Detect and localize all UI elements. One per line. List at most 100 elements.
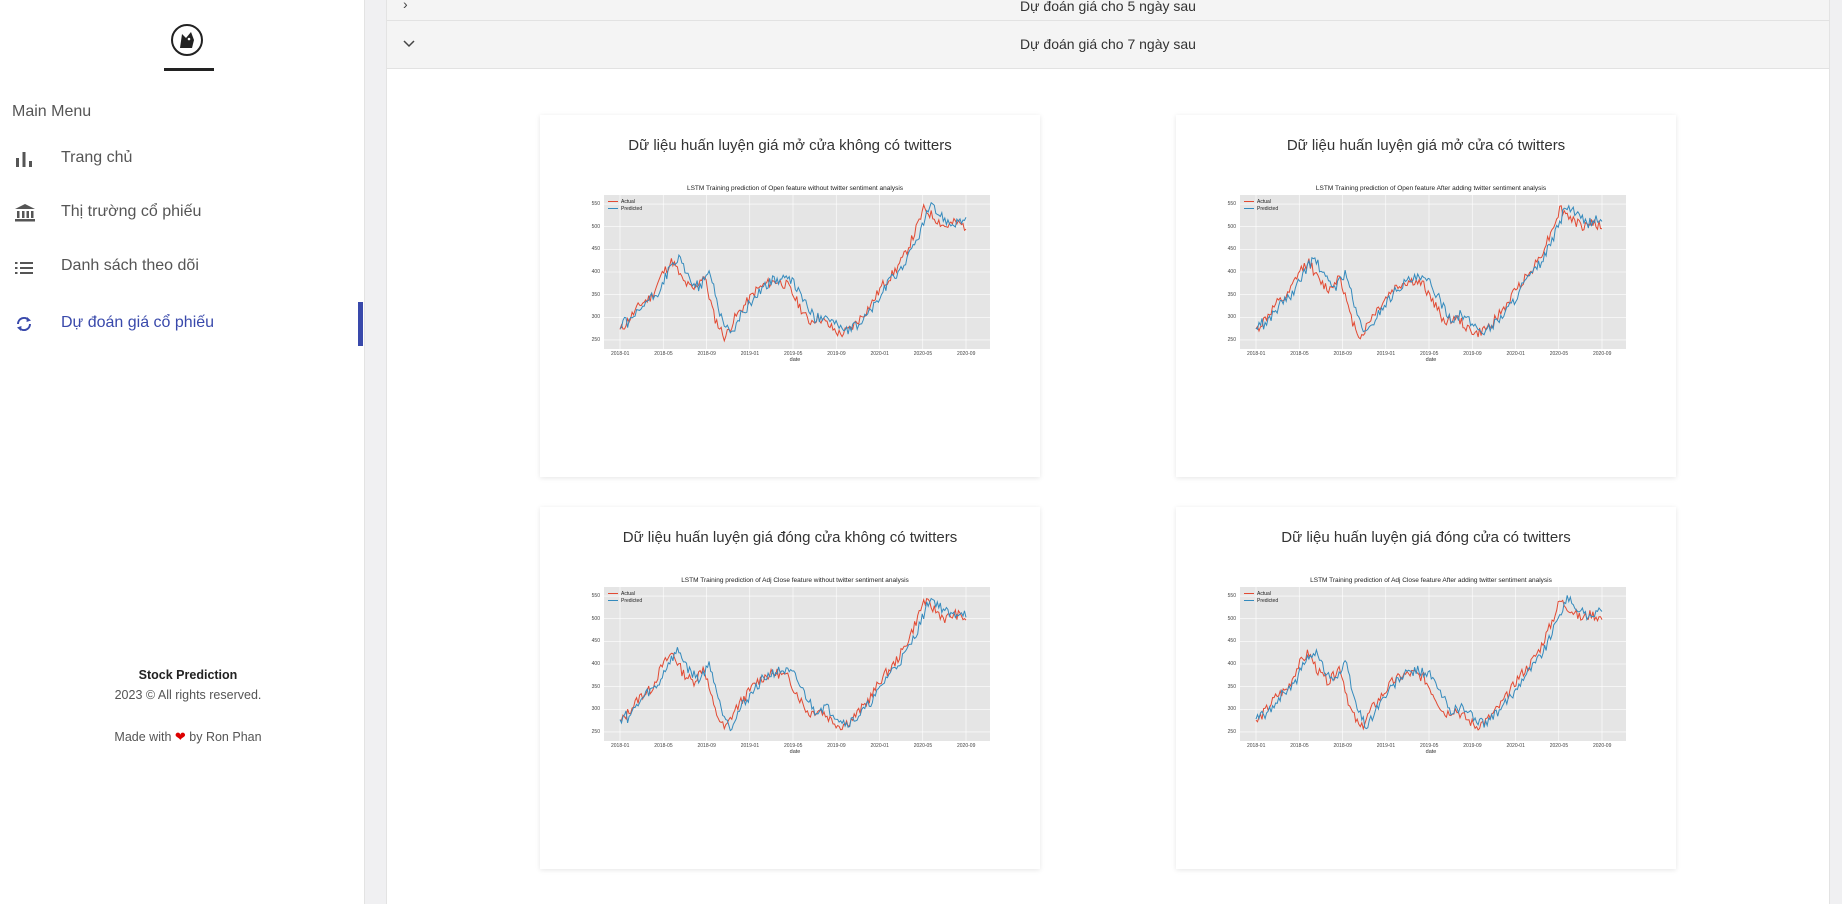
legend-label: Actual bbox=[1257, 198, 1271, 205]
y-tick-label: 550 bbox=[591, 201, 600, 208]
nav-item-du-doan[interactable]: Dự đoán giá cổ phiếu bbox=[0, 302, 364, 346]
legend-swatch bbox=[1244, 207, 1254, 210]
menu-title: Main Menu bbox=[12, 103, 92, 120]
legend-label: Predicted bbox=[1257, 597, 1279, 604]
x-axis-label: date bbox=[789, 749, 801, 755]
chart-title: LSTM Training prediction of Adj Close fe… bbox=[1310, 577, 1552, 584]
chart-svg bbox=[604, 195, 990, 349]
legend-label: Actual bbox=[621, 198, 635, 205]
y-tick-label: 550 bbox=[1227, 593, 1236, 600]
y-tick-label: 500 bbox=[591, 615, 600, 622]
y-tick-label: 250 bbox=[1227, 728, 1236, 735]
legend-entry: Predicted bbox=[1244, 597, 1278, 604]
y-tick-label: 250 bbox=[591, 728, 600, 735]
nav-item-trang-chu[interactable]: Trang chủ bbox=[0, 137, 364, 181]
chart-title: LSTM Training prediction of Open feature… bbox=[686, 185, 904, 192]
chart-card: Dữ liệu huấn luyện giá đóng cửa có twitt… bbox=[1176, 507, 1676, 869]
chart-legend: Actual Predicted bbox=[1244, 590, 1278, 604]
accordion-header-5-days[interactable]: › Dự đoán giá cho 5 ngày sau bbox=[387, 0, 1829, 21]
legend-entry: Actual bbox=[1244, 198, 1278, 205]
list-icon bbox=[14, 257, 34, 277]
bank-icon bbox=[14, 203, 35, 223]
accordion-title: Dự đoán giá cho 7 ngày sau bbox=[1020, 36, 1196, 52]
card-title: Dữ liệu huấn luyện giá đóng cửa không có… bbox=[622, 529, 958, 546]
legend-swatch bbox=[608, 207, 618, 210]
card-title: Dữ liệu huấn luyện giá mở cửa không có t… bbox=[628, 137, 952, 154]
y-tick-label: 350 bbox=[1227, 683, 1236, 690]
y-tick-label: 450 bbox=[1227, 246, 1236, 253]
y-tick-label: 350 bbox=[591, 291, 600, 298]
chart-card: Dữ liệu huấn luyện giá mở cửa không có t… bbox=[540, 115, 1040, 477]
y-tick-label: 400 bbox=[1227, 269, 1236, 275]
accordion-header-7-days[interactable]: Dự đoán giá cho 7 ngày sau bbox=[387, 21, 1829, 69]
y-tick-label: 500 bbox=[1227, 615, 1236, 622]
bar-chart-icon bbox=[14, 149, 34, 169]
chart-card: Dữ liệu huấn luyện giá đóng cửa không có… bbox=[540, 507, 1040, 869]
nav-item-label: Thị trường cổ phiếu bbox=[61, 203, 202, 220]
y-tick-label: 450 bbox=[591, 246, 600, 253]
legend-swatch bbox=[1244, 200, 1254, 203]
legend-label: Predicted bbox=[621, 205, 643, 212]
y-tick-label: 400 bbox=[591, 269, 600, 275]
line-chart: LSTM Training prediction of Adj Close fe… bbox=[580, 577, 1010, 755]
legend-swatch bbox=[1244, 592, 1254, 595]
y-tick-label: 500 bbox=[1227, 223, 1236, 230]
y-tick-label: 300 bbox=[591, 706, 600, 713]
legend-entry: Actual bbox=[608, 590, 642, 597]
accordion-title: Dự đoán giá cho 5 ngày sau bbox=[1020, 0, 1196, 14]
nav-item-label: Danh sách theo dõi bbox=[61, 257, 199, 274]
y-tick-label: 350 bbox=[591, 683, 600, 690]
nav-item-label: Dự đoán giá cổ phiếu bbox=[61, 314, 215, 331]
y-tick-label: 250 bbox=[591, 336, 600, 343]
y-tick-label: 550 bbox=[1227, 201, 1236, 208]
y-tick-label: 400 bbox=[1227, 661, 1236, 667]
line-chart: LSTM Training prediction of Open feature… bbox=[580, 185, 1010, 363]
chart-legend: Actual Predicted bbox=[1244, 198, 1278, 212]
nav-item-danh-sach[interactable]: Danh sách theo dõi bbox=[0, 245, 364, 289]
heart-icon: ❤ bbox=[174, 729, 186, 744]
legend-swatch bbox=[608, 599, 618, 602]
legend-entry: Predicted bbox=[608, 597, 642, 604]
y-tick-label: 300 bbox=[1227, 706, 1236, 713]
main-content: › Dự đoán giá cho 5 ngày sau Dự đoán giá… bbox=[386, 0, 1830, 904]
logo-underline bbox=[164, 68, 214, 71]
legend-label: Predicted bbox=[621, 597, 643, 604]
chart-card: Dữ liệu huấn luyện giá mở cửa có twitter… bbox=[1176, 115, 1676, 477]
legend-swatch bbox=[608, 592, 618, 595]
footer-app-name: Stock Prediction bbox=[138, 668, 238, 682]
nav-item-thi-truong[interactable]: Thị trường cổ phiếu bbox=[0, 191, 364, 235]
y-tick-label: 250 bbox=[1227, 336, 1236, 343]
legend-entry: Actual bbox=[1244, 590, 1278, 597]
card-title: Dữ liệu huấn luyện giá đóng cửa có twitt… bbox=[1281, 529, 1571, 546]
legend-label: Actual bbox=[621, 590, 635, 597]
y-tick-label: 400 bbox=[591, 661, 600, 667]
chart-legend: Actual Predicted bbox=[608, 198, 642, 212]
legend-entry: Predicted bbox=[1244, 205, 1278, 212]
card-title: Dữ liệu huấn luyện giá mở cửa có twitter… bbox=[1286, 137, 1566, 154]
y-tick-label: 550 bbox=[591, 593, 600, 600]
footer-copyright: 2023 © All rights reserved. bbox=[114, 688, 262, 702]
sync-icon bbox=[14, 314, 34, 334]
y-tick-label: 450 bbox=[1227, 638, 1236, 645]
chart-title: LSTM Training prediction of Adj Close fe… bbox=[681, 577, 909, 584]
x-axis-label: date bbox=[1425, 749, 1437, 755]
y-tick-label: 500 bbox=[591, 223, 600, 230]
legend-entry: Actual bbox=[608, 198, 642, 205]
line-chart: LSTM Training prediction of Adj Close fe… bbox=[1216, 577, 1646, 755]
legend-label: Predicted bbox=[1257, 205, 1279, 212]
x-axis-label: date bbox=[789, 357, 801, 363]
app-logo[interactable] bbox=[164, 24, 214, 72]
line-chart: LSTM Training prediction of Open feature… bbox=[1216, 185, 1646, 363]
chart-title: LSTM Training prediction of Open feature… bbox=[1315, 185, 1547, 192]
sidebar: Main Menu Trang chủ Thị trường cổ phiếu … bbox=[0, 0, 365, 904]
y-tick-label: 300 bbox=[591, 314, 600, 321]
legend-swatch bbox=[1244, 599, 1254, 602]
y-tick-label: 450 bbox=[591, 638, 600, 645]
legend-entry: Predicted bbox=[608, 205, 642, 212]
chart-svg bbox=[1240, 195, 1626, 349]
nav-item-label: Trang chủ bbox=[61, 149, 133, 166]
y-tick-label: 300 bbox=[1227, 314, 1236, 321]
wolf-logo-icon bbox=[171, 24, 203, 56]
x-axis-label: date bbox=[1425, 357, 1437, 363]
chart-legend: Actual Predicted bbox=[608, 590, 642, 604]
